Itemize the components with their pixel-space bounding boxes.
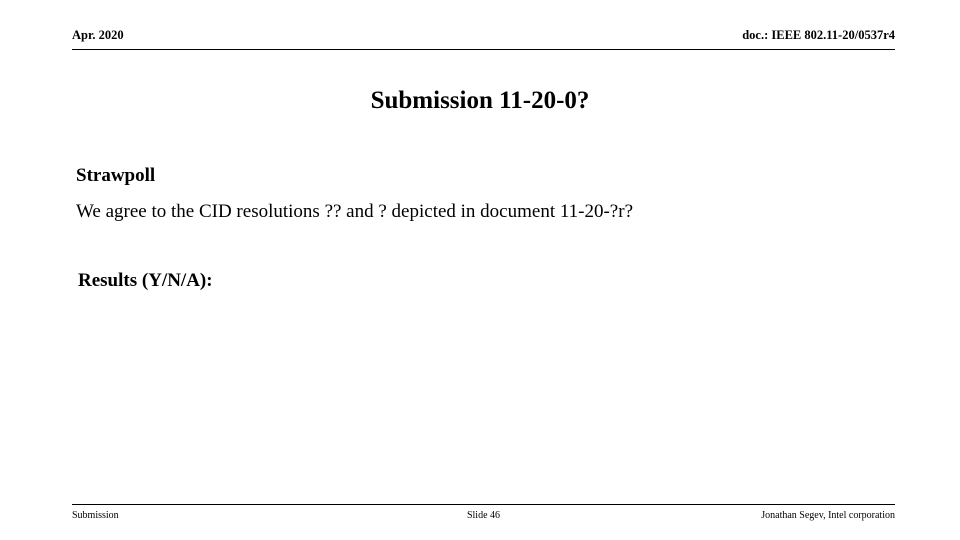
footer-author: Jonathan Segev, Intel corporation [761,510,895,521]
slide-canvas: Apr. 2020 doc.: IEEE 802.11-20/0537r4 Su… [0,0,960,540]
header-date: Apr. 2020 [72,28,124,42]
slide-body: Strawpoll We agree to the CID resolution… [76,163,896,225]
results-label: Results (Y/N/A): [78,270,213,291]
strawpoll-heading: Strawpoll [76,165,156,186]
slide-header: Apr. 2020 doc.: IEEE 802.11-20/0537r4 [72,28,895,50]
header-divider [72,49,895,50]
strawpoll-statement: We agree to the CID resolutions ?? and ?… [76,201,634,222]
footer-divider [72,504,895,505]
slide-title: Submission 11-20-0? [370,87,590,114]
header-doc-reference: doc.: IEEE 802.11-20/0537r4 [742,28,895,42]
slide-footer: Submission Slide 46 Jonathan Segev, Inte… [72,510,895,526]
